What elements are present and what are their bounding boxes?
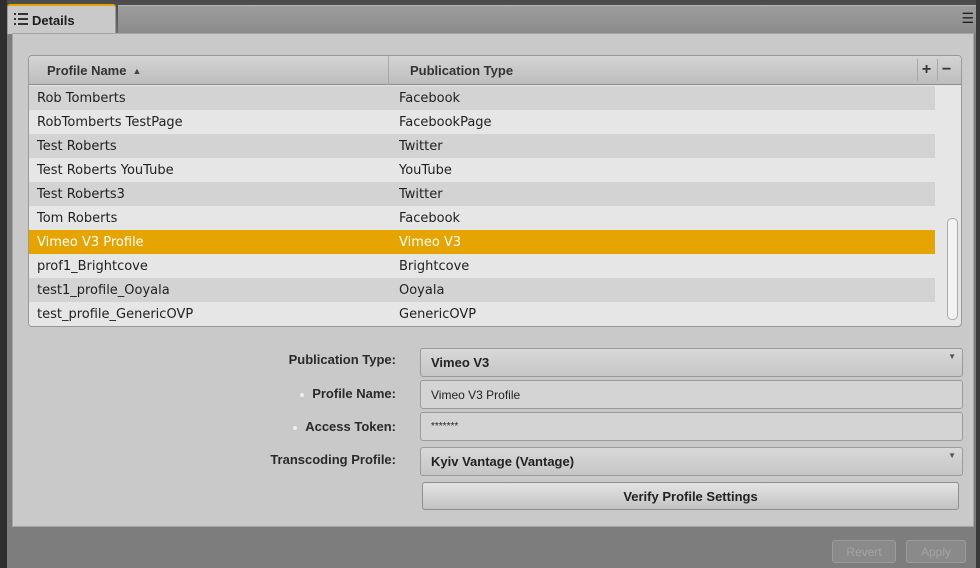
list-icon <box>14 12 28 28</box>
table-row[interactable]: Test Roberts3 Twitter <box>29 182 935 206</box>
tab-label: Details <box>32 12 75 28</box>
table-body: Rob Tomberts Facebook RobTomberts TestPa… <box>29 86 935 326</box>
transcoding-profile-label: Transcoding Profile: <box>270 452 396 467</box>
profile-name-label: Profile Name: <box>220 386 396 401</box>
table-scrollbar-thumb[interactable] <box>947 218 958 320</box>
footer-bar <box>7 528 976 568</box>
access-token-field[interactable]: ******* <box>420 412 963 441</box>
profiles-table: Profile Name ▲ Publication Type + − Rob … <box>28 55 962 327</box>
table-row[interactable]: prof1_Brightcove Brightcove <box>29 254 935 278</box>
dropdown-arrow-icon: ▼ <box>948 352 956 361</box>
apply-button[interactable]: Apply <box>906 540 966 563</box>
column-header-profile-name[interactable]: Profile Name ▲ <box>29 56 389 85</box>
table-row[interactable]: RobTomberts TestPage FacebookPage <box>29 110 935 134</box>
panel-menu-icon[interactable]: ☰ <box>961 11 974 25</box>
table-row[interactable]: test1_profile_Ooyala Ooyala <box>29 278 935 302</box>
remove-profile-button[interactable]: − <box>937 59 955 81</box>
frame-left-edge <box>0 0 7 568</box>
revert-button[interactable]: Revert <box>832 540 896 563</box>
table-row[interactable]: Test Roberts Twitter <box>29 134 935 158</box>
table-header: Profile Name ▲ Publication Type + − <box>29 56 961 85</box>
tab-details[interactable]: Details <box>7 4 116 34</box>
column-header-publication-type[interactable]: Publication Type <box>390 56 915 85</box>
table-row[interactable]: Rob Tomberts Facebook <box>29 86 935 110</box>
table-row[interactable]: test_profile_GenericOVP GenericOVP <box>29 302 935 326</box>
required-indicator <box>300 392 305 397</box>
access-token-label: Access Token: <box>220 419 396 434</box>
tab-bar-fill <box>118 5 976 34</box>
dropdown-arrow-icon: ▼ <box>948 451 956 460</box>
publication-type-label: Publication Type: <box>288 352 396 367</box>
verify-profile-settings-button[interactable]: Verify Profile Settings <box>422 482 959 510</box>
table-row[interactable]: Tom Roberts Facebook <box>29 206 935 230</box>
frame-right-edge <box>976 0 980 568</box>
transcoding-profile-select[interactable]: Kyiv Vantage (Vantage) ▼ <box>420 447 963 476</box>
table-row-selected[interactable]: Vimeo V3 Profile Vimeo V3 <box>29 230 935 254</box>
table-row[interactable]: Test Roberts YouTube YouTube <box>29 158 935 182</box>
sort-ascending-icon: ▲ <box>132 65 142 76</box>
publication-type-select[interactable]: Vimeo V3 ▼ <box>420 348 963 377</box>
add-profile-button[interactable]: + <box>917 59 935 81</box>
required-indicator <box>293 425 298 430</box>
profile-name-field[interactable]: Vimeo V3 Profile <box>420 380 963 409</box>
